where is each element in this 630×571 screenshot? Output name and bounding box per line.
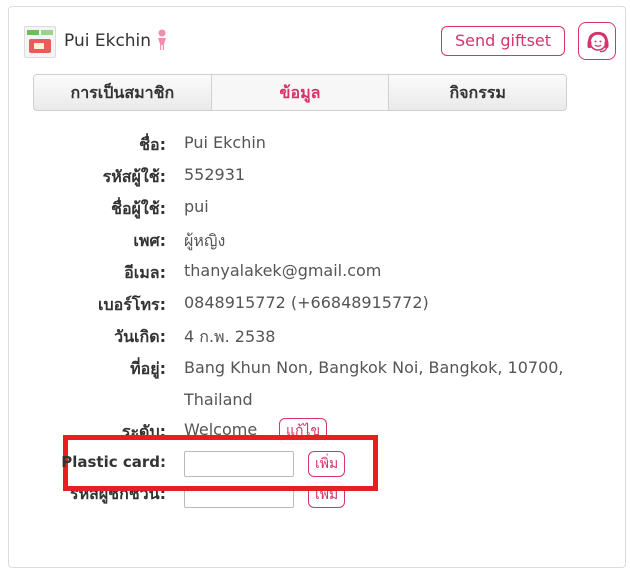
user-id-label: รหัสผู้ใช้: (102, 167, 166, 186)
birthday-value: 4 ก.พ. 2538 (184, 327, 276, 346)
email-label: อีเมล: (124, 263, 166, 282)
name-label: ชื่อ: (139, 135, 166, 154)
tab-info[interactable]: ข้อมูล (211, 75, 390, 110)
username-label: ชื่อผู้ใช้: (111, 199, 166, 218)
support-button[interactable] (578, 22, 616, 60)
row-gender: เพศ: ผู้หญิง (0, 229, 618, 259)
user-id-value: 552931 (184, 165, 246, 184)
gender-label: เพศ: (133, 231, 166, 250)
gender-value: ผู้หญิง (184, 231, 226, 250)
plastic-card-add-button[interactable]: เพิ่ม (308, 451, 346, 477)
phone-label: เบอร์โทร: (98, 295, 166, 314)
plastic-card-label: Plastic card: (61, 453, 166, 471)
tab-membership[interactable]: การเป็นสมาชิก (34, 75, 212, 110)
profile-tabs: การเป็นสมาชิก ข้อมูล กิจกรรม (33, 74, 567, 111)
tab-activities[interactable]: กิจกรรม (389, 75, 566, 110)
row-plastic-card: Plastic card: เพิ่ม (0, 451, 618, 481)
headset-support-icon (587, 31, 609, 53)
header-username: Pui Ekchin (64, 31, 152, 51)
plastic-card-input[interactable] (184, 451, 294, 477)
row-birthday: วันเกิด: 4 ก.พ. 2538 (0, 325, 618, 355)
address-label: ที่อยู่: (130, 359, 166, 378)
phone-value: 0848915772 (+66848915772) (184, 293, 429, 312)
row-username: ชื่อผู้ใช้: pui (0, 197, 618, 227)
row-user-id: รหัสผู้ใช้: 552931 (0, 165, 618, 195)
row-phone: เบอร์โทร: 0848915772 (+66848915772) (0, 293, 618, 323)
female-icon (158, 29, 166, 50)
username-value: pui (184, 197, 209, 216)
row-address: ที่อยู่: Bang Khun Non, Bangkok Noi, Ban… (0, 352, 618, 416)
avatar (24, 26, 56, 58)
email-value: thanyalakek@gmail.com (184, 261, 382, 280)
row-name: ชื่อ: Pui Ekchin (0, 133, 618, 163)
address-value: Bang Khun Non, Bangkok Noi, Bangkok, 107… (184, 358, 564, 409)
row-email: อีเมล: thanyalakek@gmail.com (0, 261, 618, 291)
send-giftset-button[interactable]: Send giftset (441, 26, 565, 56)
name-value: Pui Ekchin (184, 133, 266, 152)
birthday-label: วันเกิด: (114, 327, 166, 346)
